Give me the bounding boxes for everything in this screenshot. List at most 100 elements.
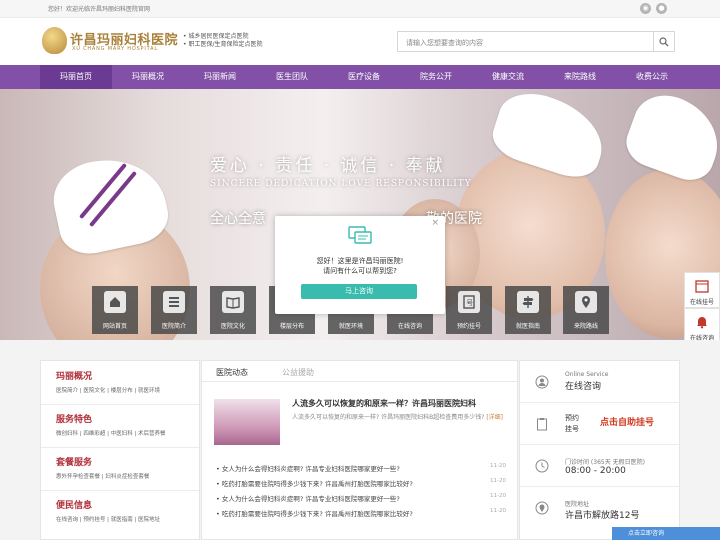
section-title[interactable]: 玛丽概况 <box>56 369 196 382</box>
section-convenience: 便民信息 在线咨询 | 预约挂号 | 就医指南 | 医院地址 <box>56 498 196 523</box>
search-icon <box>659 36 669 46</box>
address-value: 许昌市解放路12号 <box>565 511 640 521</box>
location-pin-icon <box>575 291 597 313</box>
float-consult-bar[interactable]: 点击立即咨询 <box>612 527 720 540</box>
banner-title-english: SINCERE DEDICATION LOVE RESPONSIBILITY <box>210 179 472 189</box>
news-column: 医院动态 公益援助 人流多久可以恢复的和原来一样？许昌玛丽医院妇科 人流多久可以… <box>201 360 519 540</box>
svg-text:号: 号 <box>466 299 473 307</box>
main-nav: 玛丽首页 玛丽概况 玛丽新闻 医生团队 医疗设备 院务公开 健康交流 来院路线 … <box>0 65 720 89</box>
address-row: 医院地址 许昌市解放路12号 <box>520 487 681 529</box>
online-service-en: Online Service <box>565 371 609 378</box>
left-column: 玛丽概况 医院简介 | 医院文化 | 楼层分布 | 就医环境 服务特色 微创妇科… <box>40 360 200 540</box>
self-register-button[interactable]: 点击自助挂号 <box>600 415 654 428</box>
side-label: 在线挂号 <box>689 299 714 306</box>
insurance-slogans: • 城乡居民医保定点医院 • 职工医保/生育保险定点医院 <box>183 33 262 49</box>
consult-now-button[interactable]: 马上咨询 <box>301 284 417 299</box>
news-item[interactable]: • 吃药打胎需要住院吗得多少钱下来? 许昌禹州打胎医院哪家比较好? 11-20 <box>216 478 506 488</box>
headline-news[interactable]: 人流多久可以恢复的和原来一样？许昌玛丽医院妇科 <box>292 398 476 409</box>
quick-link-culture[interactable]: 医院文化 <box>210 286 256 334</box>
nav-item-health[interactable]: 健康交流 <box>472 65 544 89</box>
news-thumbnail[interactable] <box>214 399 280 445</box>
section-packages: 套餐服务 惠外怀孕检查套餐 | 妇科炎症检查套餐 <box>56 455 196 480</box>
quick-link-label: 就医指南 <box>515 323 540 330</box>
weibo-icon[interactable]: ◉ <box>640 3 651 14</box>
section-links[interactable]: 医院简介 | 医院文化 | 楼层分布 | 就医环境 <box>56 386 196 394</box>
news-item[interactable]: • 女人为什么会得妇科炎症啊? 许昌专业妇科医院哪家更好一些? 11-20 <box>216 463 506 473</box>
tab-hospital-news[interactable]: 医院动态 <box>216 367 248 378</box>
banner-title: 爱心 · 责任 · 诚信 · 奉献 <box>210 156 446 176</box>
appointment-row[interactable]: 预约 挂号 点击自助挂号 <box>520 403 681 445</box>
nav-item-affairs[interactable]: 院务公开 <box>400 65 472 89</box>
nurse-cap <box>619 89 720 188</box>
nav-item-equipment[interactable]: 医疗设备 <box>328 65 400 89</box>
section-title[interactable]: 套餐服务 <box>56 455 196 468</box>
service-column: Online Service 在线咨询 预约 挂号 点击自助挂号 门诊时间 (3… <box>519 360 681 540</box>
tab-divider <box>202 381 519 382</box>
wechat-icon[interactable]: ● <box>656 3 667 14</box>
home-icon <box>104 291 126 313</box>
consult-popup: × 您好！这里是许昌玛丽医院! 请问有什么可以帮到您? 马上咨询 <box>275 216 445 314</box>
hospital-logo[interactable]: 许昌玛丽妇科医院 XU CHANG MARY HOSPITAL <box>42 27 182 59</box>
banner-subtitle-head: 全心全意 <box>210 211 266 227</box>
news-item[interactable]: • 吃药打胎需要住院吗得多少钱下来? 许昌禹州打胎医院哪家比较好? 11-20 <box>216 508 506 518</box>
more-link[interactable]: [详细] <box>486 414 503 421</box>
news-date: 11-20 <box>490 508 506 514</box>
list-icon <box>163 291 185 313</box>
side-online-register[interactable]: 在线挂号 <box>684 272 720 308</box>
header: 许昌玛丽妇科医院 XU CHANG MARY HOSPITAL • 城乡居民医保… <box>0 18 720 65</box>
divider <box>41 404 199 405</box>
quick-link-register[interactable]: 号 预约挂号 <box>446 286 492 334</box>
section-overview: 玛丽概况 医院简介 | 医院文化 | 楼层分布 | 就医环境 <box>56 369 196 394</box>
nav-item-doctors[interactable]: 医生团队 <box>256 65 328 89</box>
nav-item-fees[interactable]: 收费公示 <box>616 65 688 89</box>
appointment-label: 挂号 <box>565 425 579 433</box>
section-links[interactable]: 微创妇科 | 四维彩超 | 中医妇科 | 术后营养餐 <box>56 429 196 437</box>
quick-link-label: 网站首页 <box>102 323 127 330</box>
popup-line: 请问有什么可以帮到您? <box>323 267 397 275</box>
nav-item-news[interactable]: 玛丽新闻 <box>184 65 256 89</box>
quick-link-label: 医院简介 <box>161 323 186 330</box>
appointment-label: 预约 <box>565 414 579 422</box>
search-button[interactable] <box>653 32 674 51</box>
clipboard-icon <box>537 418 547 431</box>
section-links[interactable]: 在线咨询 | 预约挂号 | 就医指南 | 医院地址 <box>56 515 196 523</box>
quick-link-label: 在线咨询 <box>397 323 422 330</box>
popup-line: 您好！这里是许昌玛丽医院! <box>316 257 404 265</box>
nav-item-route[interactable]: 来院路线 <box>544 65 616 89</box>
quick-link-guide[interactable]: 就医指南 <box>505 286 551 334</box>
nav-item-home[interactable]: 玛丽首页 <box>40 65 112 89</box>
welcome-text: 您好！欢迎光临许昌玛丽妇科医院官网 <box>48 6 151 13</box>
map-pin-icon <box>535 501 549 515</box>
quick-link-intro[interactable]: 医院简介 <box>151 286 197 334</box>
content-area: 玛丽概况 医院简介 | 医院文化 | 楼层分布 | 就医环境 服务特色 微创妇科… <box>0 340 720 540</box>
nav-item-overview[interactable]: 玛丽概况 <box>112 65 184 89</box>
hours-label: 门诊时间 (365天 无假日医院) <box>565 459 645 466</box>
quick-link-home[interactable]: 网站首页 <box>92 286 138 334</box>
news-title: 女人为什么会得妇科炎症啊? 许昌专业妇科医院哪家更好一些? <box>221 495 400 503</box>
side-online-consult[interactable]: 在线咨询 <box>684 308 720 344</box>
clinic-hours-row: 门诊时间 (365天 无假日医院) 08:00 - 20:00 <box>520 445 681 487</box>
news-item[interactable]: • 女人为什么会得妇科炎症啊? 许昌专业妇科医院哪家更好一些? 11-20 <box>216 493 506 503</box>
section-title[interactable]: 便民信息 <box>56 498 196 511</box>
chat-bubble-icon <box>348 226 372 244</box>
quick-link-label: 就医环境 <box>338 323 363 330</box>
online-service-row[interactable]: Online Service 在线咨询 <box>520 361 681 403</box>
news-date: 11-20 <box>490 463 506 469</box>
online-service-cn: 在线咨询 <box>565 382 602 392</box>
book-icon <box>222 291 244 313</box>
user-service-icon <box>535 375 549 389</box>
news-date: 11-20 <box>490 478 506 484</box>
signpost-icon <box>517 291 539 313</box>
clock-icon <box>535 459 549 473</box>
close-icon[interactable]: × <box>431 218 439 228</box>
headline-description: 人流多久可以恢复的和原来一样? 许昌玛丽医院妇科B超检查费用多少钱? [详细] <box>292 413 507 422</box>
search-input[interactable]: 请输入您想要查询的内容 <box>406 38 483 48</box>
quick-link-route[interactable]: 来院路线 <box>563 286 609 334</box>
section-title[interactable]: 服务特色 <box>56 412 196 425</box>
bell-icon <box>697 317 707 329</box>
search-box[interactable]: 请输入您想要查询的内容 <box>397 31 675 52</box>
tab-charity[interactable]: 公益援助 <box>282 367 314 378</box>
registration-icon: 号 <box>458 291 480 313</box>
section-links[interactable]: 惠外怀孕检查套餐 | 妇科炎症检查套餐 <box>56 472 196 480</box>
top-bar: 您好！欢迎光临许昌玛丽妇科医院官网 ◉ ● <box>0 0 720 18</box>
